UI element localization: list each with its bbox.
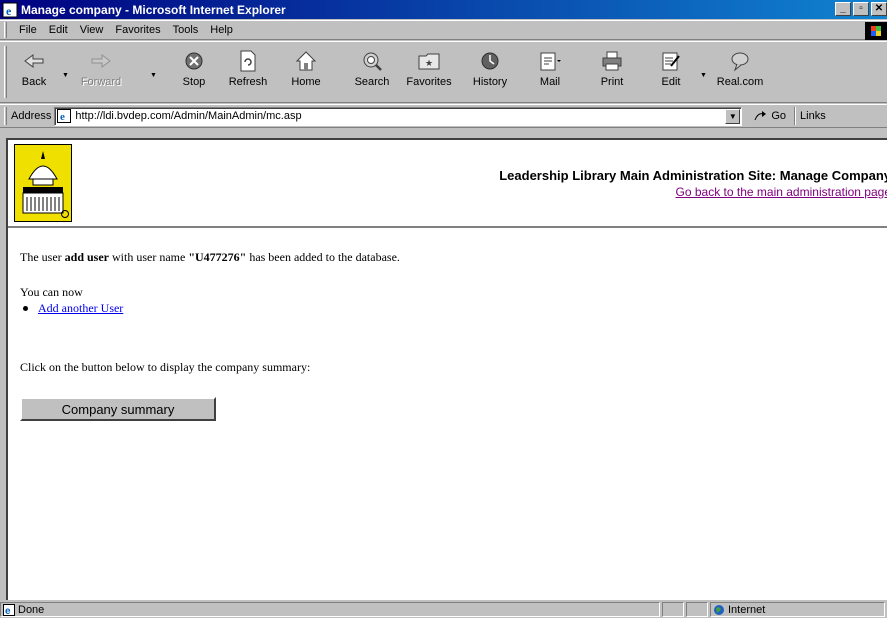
title-bar: e Manage company - Microsoft Internet Ex…: [0, 0, 887, 19]
page-content: Leadership Library Main Administration S…: [6, 138, 887, 600]
status-text-pane: e Done: [0, 602, 660, 617]
msg-user: add user: [64, 250, 109, 264]
instruction-text: Click on the button below to display the…: [20, 360, 311, 374]
maximize-button[interactable]: ▫: [853, 2, 869, 16]
refresh-icon: [240, 50, 256, 72]
print-icon: [602, 51, 622, 71]
menubar-grip: [4, 22, 7, 38]
close-button[interactable]: ✕: [871, 2, 887, 16]
forward-dropdown-icon[interactable]: ▼: [150, 72, 157, 79]
address-label: Address: [11, 110, 52, 122]
back-arrow-icon: [24, 54, 44, 68]
svg-text:★: ★: [425, 58, 433, 68]
bullet-icon: [23, 306, 28, 311]
edit-icon: [662, 52, 680, 71]
status-text: Done: [18, 603, 45, 616]
go-arrow-icon: [754, 111, 767, 121]
site-title: Leadership Library Main Administration S…: [499, 168, 887, 183]
capitol-logo: [14, 144, 72, 222]
msg-middle: with user name: [109, 250, 189, 264]
globe-icon: [714, 604, 724, 615]
menu-tools[interactable]: Tools: [167, 24, 205, 36]
zone-label: Internet: [728, 603, 766, 616]
msg-suffix: has been added to the database.: [246, 250, 400, 264]
favorites-folder-icon: ★: [418, 53, 440, 70]
print-button[interactable]: Print: [594, 46, 630, 100]
realcom-icon: [731, 52, 749, 72]
history-label: History: [472, 76, 508, 88]
forward-label: Forward: [80, 76, 122, 88]
msg-prefix: The user: [20, 250, 65, 264]
windows-logo-icon: [865, 22, 887, 40]
realcom-button[interactable]: Real.com: [714, 46, 766, 100]
refresh-button[interactable]: Refresh: [224, 46, 272, 100]
address-url: http://ldi.bvdep.com/Admin/MainAdmin/mc.…: [75, 110, 302, 122]
you-can-now-text: You can now: [20, 285, 83, 299]
search-button[interactable]: Search: [350, 46, 394, 100]
ie-page-icon: e: [2, 2, 18, 18]
mail-icon: [540, 52, 561, 71]
history-icon: [481, 52, 499, 70]
edit-dropdown-icon[interactable]: ▼: [700, 72, 707, 79]
back-label: Back: [21, 76, 47, 88]
go-button[interactable]: Go: [754, 110, 786, 122]
status-bar: e Done Internet: [0, 601, 887, 618]
home-button[interactable]: Home: [286, 46, 326, 100]
add-another-user-link[interactable]: Add another User: [38, 301, 123, 316]
capitol-building-icon: [22, 151, 69, 218]
mail-button[interactable]: Mail: [530, 46, 570, 100]
address-dropdown-icon[interactable]: ▼: [725, 108, 741, 124]
search-icon: [363, 52, 382, 71]
home-label: Home: [291, 76, 321, 88]
company-summary-button[interactable]: Company summary: [20, 397, 216, 421]
svg-text:e: e: [5, 606, 11, 616]
menu-help[interactable]: Help: [204, 24, 239, 36]
security-zone-pane: Internet: [710, 602, 885, 617]
svg-text:e: e: [60, 111, 65, 123]
history-button[interactable]: History: [466, 46, 514, 100]
forward-button[interactable]: Forward: [76, 46, 126, 100]
status-pane-empty-1: [662, 602, 684, 617]
toolbar-grip: [4, 46, 7, 98]
page-header: Leadership Library Main Administration S…: [8, 140, 887, 228]
back-dropdown-icon[interactable]: ▼: [62, 72, 69, 79]
minimize-button[interactable]: _: [835, 2, 851, 16]
status-pane-empty-2: [686, 602, 708, 617]
favorites-button[interactable]: ★ Favorites: [400, 46, 458, 100]
forward-arrow-icon: [91, 54, 111, 68]
menu-bar: File Edit View Favorites Tools Help: [0, 20, 887, 40]
links-separator: [794, 107, 797, 125]
success-message: The user add user with user name "U47727…: [20, 250, 400, 265]
ie-page-icon: e: [3, 603, 15, 616]
msg-username: "U477276": [188, 250, 247, 264]
edit-button[interactable]: Edit: [656, 46, 686, 100]
window-title: Manage company - Microsoft Internet Expl…: [21, 2, 286, 17]
back-to-admin-link[interactable]: Go back to the main administration page: [676, 185, 887, 199]
realcom-label: Real.com: [716, 76, 764, 88]
refresh-label: Refresh: [228, 76, 268, 88]
menu-edit[interactable]: Edit: [43, 24, 74, 36]
go-label: Go: [771, 110, 787, 122]
stop-label: Stop: [182, 76, 206, 88]
stop-button[interactable]: Stop: [172, 46, 216, 100]
svg-text:e: e: [6, 4, 12, 18]
list-item: Add another User: [20, 301, 123, 316]
favorites-label: Favorites: [406, 76, 452, 88]
edit-label: Edit: [661, 76, 681, 88]
menu-favorites[interactable]: Favorites: [109, 24, 166, 36]
back-button[interactable]: Back: [16, 46, 52, 100]
home-icon: [295, 51, 317, 71]
addressbar-grip: [4, 107, 7, 125]
menu-file[interactable]: File: [13, 24, 43, 36]
address-bar: Address e http://ldi.bvdep.com/Admin/Mai…: [0, 104, 887, 128]
menu-view[interactable]: View: [74, 24, 110, 36]
standard-toolbar: Back ▼ Forward ▼ Stop Refresh Home Searc…: [0, 41, 887, 103]
stop-icon: [185, 52, 203, 70]
address-input[interactable]: e http://ldi.bvdep.com/Admin/MainAdmin/m…: [54, 106, 743, 126]
links-button[interactable]: Links: [800, 110, 826, 122]
search-label: Search: [354, 76, 390, 88]
print-label: Print: [600, 76, 624, 88]
mail-label: Mail: [539, 76, 561, 88]
ie-page-icon: e: [57, 109, 72, 123]
